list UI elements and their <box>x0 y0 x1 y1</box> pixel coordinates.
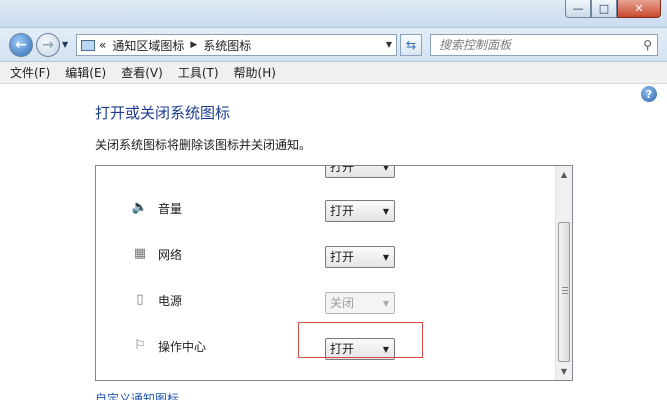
list-item: 打开 ▼ <box>96 165 556 182</box>
list-item: ▯ 电源 关闭 ▼ <box>96 284 556 314</box>
clock-behavior-select[interactable]: 打开 ▼ <box>325 165 395 178</box>
window-controls: — □ ✕ <box>565 0 661 18</box>
network-behavior-select[interactable]: 打开 ▼ <box>325 246 395 268</box>
grip-icon <box>562 287 568 294</box>
breadcrumb-overflow[interactable]: « <box>99 38 106 52</box>
recent-pages-dropdown[interactable]: ▼ <box>62 40 68 49</box>
main-content: ? 打开或关闭系统图标 关闭系统图标将删除该图标并关闭通知。 打开 ▼ 🔈 音量 … <box>0 84 667 400</box>
chevron-down-icon: ▼ <box>382 299 389 308</box>
row-label-network: 网络 <box>158 248 183 262</box>
minimize-button[interactable]: — <box>565 0 591 18</box>
address-bar[interactable]: « 通知区域图标 ▶ 系统图标 ▼ <box>76 34 397 56</box>
flag-icon: ⚐ <box>134 337 146 353</box>
breadcrumb-system-icons[interactable]: 系统图标 <box>203 37 251 54</box>
refresh-button[interactable]: ⇆ <box>400 34 422 56</box>
menu-file[interactable]: 文件(F) <box>10 64 50 81</box>
maximize-icon: □ <box>598 2 610 15</box>
highlight-annotation <box>298 322 423 358</box>
customize-notification-icons-link[interactable]: 自定义通知图标 <box>95 390 179 400</box>
chevron-down-icon: ▼ <box>382 207 389 216</box>
menu-tools[interactable]: 工具(T) <box>178 64 219 81</box>
system-icons-list: 打开 ▼ 🔈 音量 打开 ▼ ▦ 网络 打开 ▼ ▯ 电源 关闭 ▼ ⚐ 操作中… <box>95 165 573 381</box>
row-label-volume: 音量 <box>158 202 183 216</box>
chevron-down-icon: ▼ <box>382 253 389 262</box>
chevron-down-icon: ▼ <box>382 165 389 172</box>
power-behavior-select: 关闭 ▼ <box>325 292 395 314</box>
search-input[interactable] <box>439 38 629 52</box>
row-label-power: 电源 <box>158 294 183 308</box>
search-box[interactable]: ⚲ <box>430 34 658 56</box>
row-label-action-center: 操作中心 <box>158 340 207 354</box>
breadcrumb-separator-icon[interactable]: ▶ <box>190 40 197 50</box>
list-item: ▦ 网络 打开 ▼ <box>96 238 556 268</box>
title-bar: — □ ✕ <box>0 0 667 28</box>
arrow-right-icon: → <box>42 37 54 53</box>
menu-help[interactable]: 帮助(H) <box>234 64 276 81</box>
address-dropdown-icon[interactable]: ▼ <box>386 40 392 49</box>
menu-bar: 文件(F) 编辑(E) 查看(V) 工具(T) 帮助(H) <box>0 62 667 84</box>
power-icon: ▯ <box>136 291 144 307</box>
address-toolbar: ← → ▼ « 通知区域图标 ▶ 系统图标 ▼ ⇆ ⚲ <box>0 28 667 62</box>
network-icon: ▦ <box>133 245 147 261</box>
scroll-down-icon[interactable]: ▼ <box>556 363 572 380</box>
page-title: 打开或关闭系统图标 <box>95 104 231 122</box>
scroll-up-icon[interactable]: ▲ <box>556 166 572 183</box>
speaker-icon: 🔈 <box>131 199 149 215</box>
breadcrumb-notification-icons[interactable]: 通知区域图标 <box>112 37 184 54</box>
page-description: 关闭系统图标将删除该图标并关闭通知。 <box>95 138 312 152</box>
volume-behavior-select[interactable]: 打开 ▼ <box>325 200 395 222</box>
close-icon: ✕ <box>634 2 644 15</box>
list-item: 🔈 音量 打开 ▼ <box>96 192 556 222</box>
maximize-button[interactable]: □ <box>591 0 617 18</box>
forward-button[interactable]: → <box>36 33 60 57</box>
help-icon: ? <box>645 87 653 101</box>
scrollbar-thumb[interactable] <box>558 222 570 362</box>
refresh-icon: ⇆ <box>405 38 417 52</box>
back-button[interactable]: ← <box>9 33 33 57</box>
vertical-scrollbar[interactable]: ▲ ▼ <box>555 166 572 380</box>
search-icon[interactable]: ⚲ <box>643 38 652 52</box>
arrow-left-icon: ← <box>15 37 27 53</box>
help-button[interactable]: ? <box>641 86 657 102</box>
menu-edit[interactable]: 编辑(E) <box>65 64 106 81</box>
control-panel-icon <box>81 39 95 51</box>
close-button[interactable]: ✕ <box>617 0 661 18</box>
menu-view[interactable]: 查看(V) <box>121 64 163 81</box>
minimize-icon: — <box>572 2 584 15</box>
